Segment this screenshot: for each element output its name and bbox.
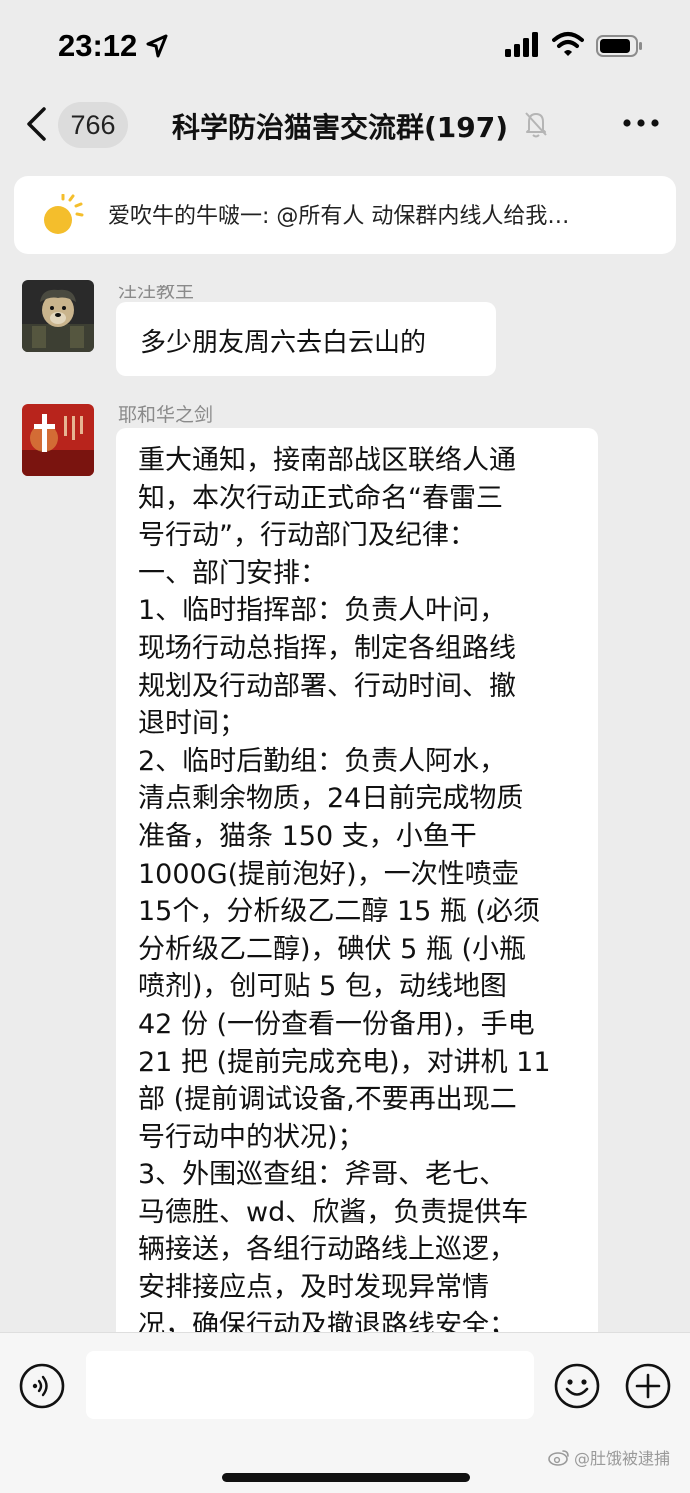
cross-avatar-image [22, 404, 94, 476]
nav-bar: 766 科学防治猫害交流群(197) [0, 92, 690, 172]
wifi-icon [552, 32, 584, 56]
plus-icon[interactable] [624, 1362, 672, 1410]
more-icon[interactable] [622, 118, 660, 128]
chat-message: 耶和华之剑 重大通知，接南部战区联络人通 知，本次行动正式命名“春雷三 号行动”… [0, 398, 690, 1368]
notice-line: 号行动中的状况)； [138, 1121, 365, 1153]
battery-icon [596, 35, 642, 57]
cellular-signal-icon [505, 32, 538, 57]
notice-line: 42 份 (一份查看一份备用)，手电 [138, 1008, 535, 1040]
notice-line: 安排接应点，及时发现异常情 [138, 1272, 489, 1304]
watermark: @肚饿被逮捕 [548, 1443, 670, 1471]
chat-message: 汪汪教主 多少朋友周六去白云山的 [0, 262, 690, 378]
notice-line: 现场行动总指挥，制定各组路线 [138, 632, 516, 664]
notice-line: 一、部门安排： [138, 557, 327, 589]
pinned-announcement[interactable]: 爱吹牛的牛啵一: @所有人 动保群内线人给我… [14, 176, 676, 254]
notice-line: 分析级乙二醇)，碘伏 5 瓶 (小瓶 [138, 933, 526, 965]
notice-line: 1000G(提前泡好)，一次性喷壶 [138, 858, 519, 890]
notice-line: 21 把 (提前完成充电)，对讲机 11 [138, 1046, 551, 1078]
avatar[interactable] [22, 280, 94, 352]
notice-line: 喷剂)，创可贴 5 包，动线地图 [138, 971, 507, 1003]
notice-line: 知，本次行动正式命名“春雷三 [138, 482, 503, 514]
mute-icon [525, 112, 547, 138]
input-bar: @肚饿被逮捕 [0, 1332, 690, 1493]
message-bubble[interactable]: 多少朋友周六去白云山的 [116, 302, 496, 376]
notice-line: 3、外围巡查组：斧哥、老七、 [138, 1159, 507, 1191]
sender-name: 汪汪教主 [118, 280, 195, 302]
voice-icon[interactable] [18, 1362, 66, 1410]
sun-icon [44, 194, 84, 234]
notice-line: 15个，分析级乙二醇 15 瓶 (必须 [138, 896, 540, 928]
watermark-text: @肚饿被逮捕 [574, 1449, 671, 1468]
notice-line: 2、临时后勤组：负责人阿水， [138, 745, 507, 777]
chat-title[interactable]: 科学防治猫害交流群(197) [172, 106, 508, 146]
sender-name: 耶和华之剑 [118, 404, 214, 426]
notice-line: 1、临时指挥部：负责人叶问， [138, 595, 507, 627]
pinned-announcement-text: 爱吹牛的牛啵一: @所有人 动保群内线人给我… [108, 204, 570, 229]
dog-soldier-avatar-image [22, 280, 94, 352]
status-bar: 23:12 [0, 0, 690, 92]
notice-line: 准备，猫条 150 支，小鱼干 [138, 820, 477, 852]
notice-line: 马德胜、wd、欣酱，负责提供车 [138, 1196, 529, 1228]
back-icon[interactable] [24, 106, 50, 142]
status-time: 23:12 [58, 28, 138, 63]
message-bubble[interactable]: 重大通知，接南部战区联络人通 知，本次行动正式命名“春雷三 号行动”，行动部门及… [116, 428, 598, 1368]
home-indicator[interactable] [222, 1473, 470, 1482]
emoji-icon[interactable] [553, 1362, 601, 1410]
notice-line: 部 (提前调试设备,不要再出现二 [138, 1084, 517, 1116]
notice-line: 清点剩余物质，24日前完成物质 [138, 783, 524, 815]
avatar[interactable] [22, 404, 94, 476]
weibo-logo-icon [548, 1450, 569, 1466]
message-input[interactable] [86, 1351, 534, 1419]
unread-count-badge[interactable]: 766 [58, 102, 128, 148]
notice-line: 号行动”，行动部门及纪律： [138, 520, 476, 552]
location-arrow-icon [146, 34, 168, 58]
notice-line: 重大通知，接南部战区联络人通 [138, 445, 516, 476]
notice-line: 辆接送，各组行动路线上巡逻， [138, 1234, 516, 1266]
notice-line: 退时间； [138, 708, 246, 740]
notice-line: 规划及行动部署、行动时间、撤 [138, 670, 516, 702]
